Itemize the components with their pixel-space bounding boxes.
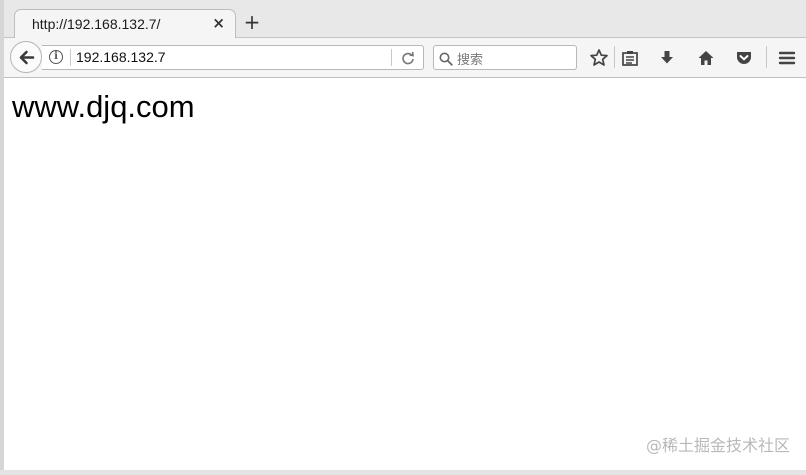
clipboard-icon[interactable] — [620, 48, 640, 68]
url-divider — [70, 49, 71, 66]
watermark: @稀土掘金技术社区 — [645, 436, 790, 455]
tab-title: http://192.168.132.7/ — [32, 16, 161, 32]
nav-bar: i 192.168.132.7 搜索 — [4, 38, 806, 78]
search-input[interactable]: 搜索 — [457, 49, 483, 68]
window-bottom-edge — [0, 470, 806, 475]
star-icon[interactable] — [589, 48, 609, 68]
hamburger-menu-icon[interactable] — [777, 48, 797, 68]
back-button[interactable] — [10, 41, 42, 73]
browser-window: http://192.168.132.7/ × + i 192.168.132.… — [0, 0, 806, 475]
reload-icon[interactable] — [401, 50, 415, 69]
reload-divider — [391, 49, 392, 66]
search-bar[interactable]: 搜索 — [433, 45, 577, 70]
url-bar[interactable]: i 192.168.132.7 — [42, 45, 424, 70]
page-content: www.djq.com @稀土掘金技术社区 — [4, 78, 806, 470]
tab-strip: http://192.168.132.7/ × + — [4, 0, 806, 39]
close-icon[interactable]: × — [212, 15, 225, 31]
home-icon[interactable] — [696, 48, 716, 68]
new-tab-button[interactable]: + — [242, 12, 262, 32]
pocket-icon[interactable] — [734, 48, 754, 68]
toolbar-divider — [766, 46, 767, 68]
info-icon[interactable]: i — [49, 50, 63, 64]
url-input[interactable]: 192.168.132.7 — [76, 49, 166, 65]
toolbar-divider — [614, 46, 615, 68]
back-arrow-icon — [19, 50, 35, 65]
download-arrow-icon[interactable] — [657, 48, 677, 68]
page-heading: www.djq.com — [12, 89, 195, 124]
search-icon — [439, 51, 453, 70]
tab-active[interactable]: http://192.168.132.7/ × — [14, 9, 236, 39]
